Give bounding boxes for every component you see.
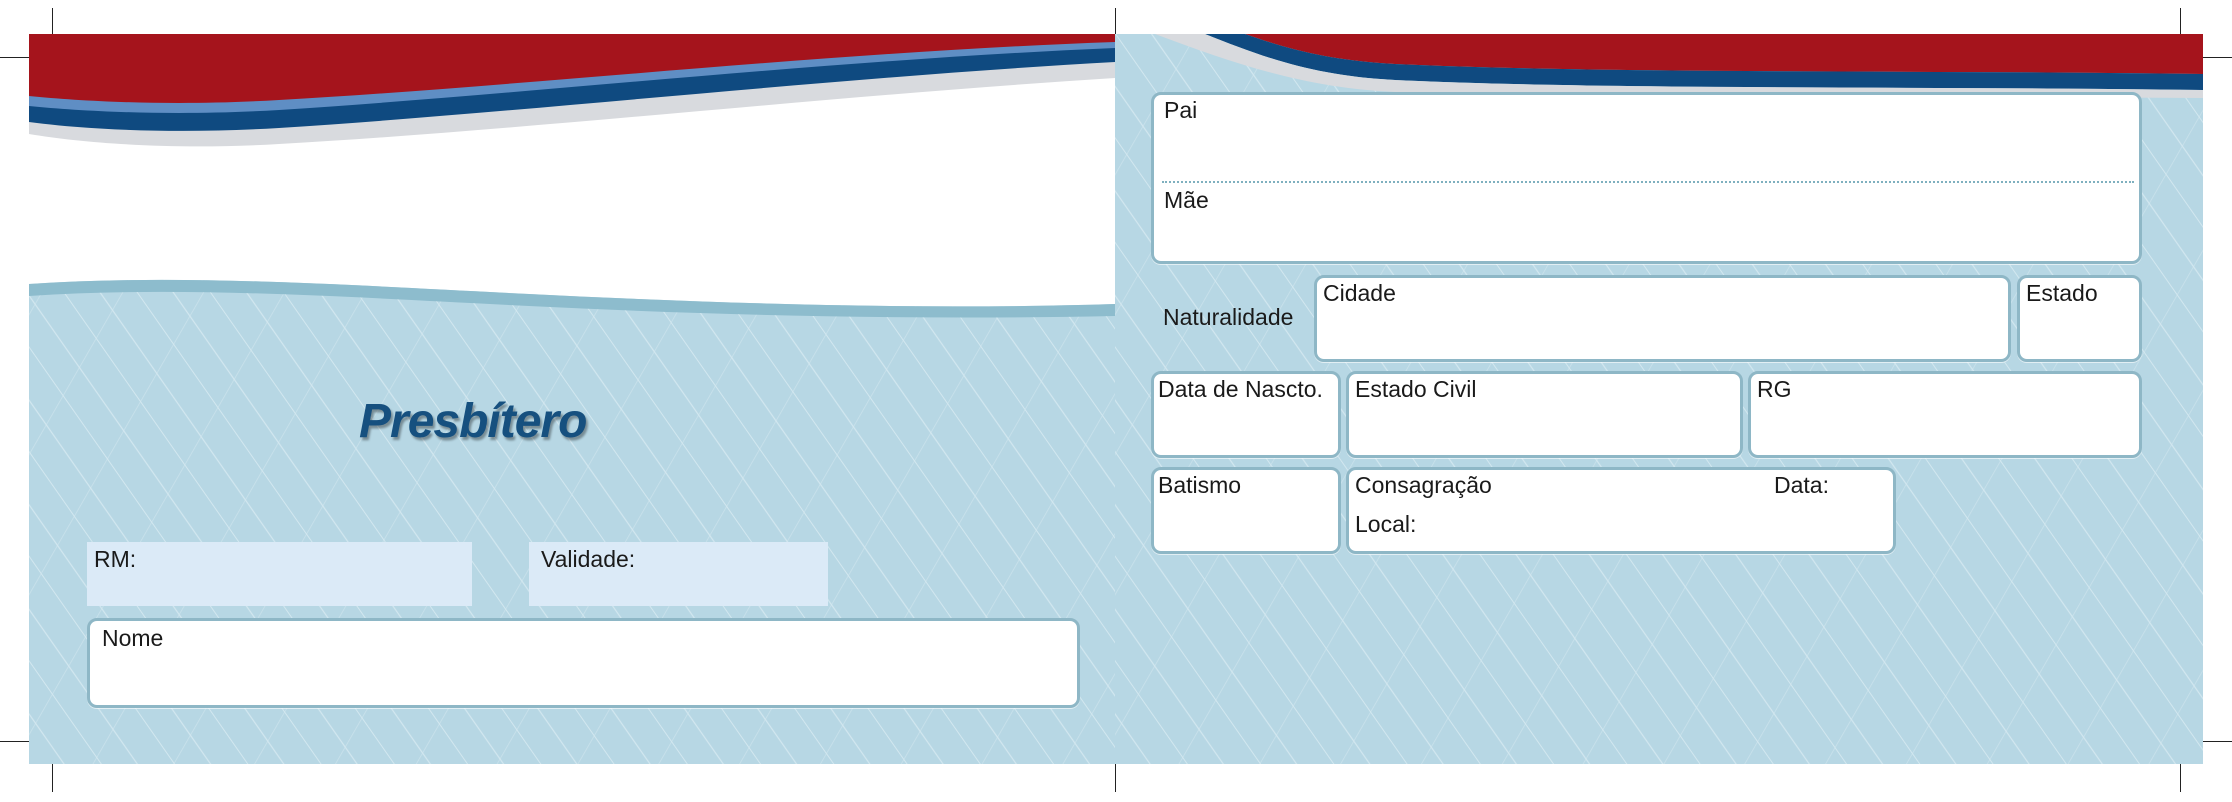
pai-label: Pai — [1164, 97, 1198, 123]
crop-mark — [52, 8, 53, 34]
crop-mark — [2180, 8, 2181, 34]
local-label: Local: — [1355, 511, 1417, 537]
consagracao-field[interactable]: Consagração Data: Local: — [1346, 467, 1896, 554]
card-title: Presbítero — [359, 395, 587, 448]
cidade-label: Cidade — [1323, 280, 1396, 306]
rm-field[interactable]: RM: — [87, 542, 472, 606]
card-front: Presbítero RM: Validade: Nome — [29, 34, 1115, 764]
validade-field[interactable]: Validade: — [529, 542, 828, 606]
data-nascto-label: Data de Nascto. — [1158, 376, 1323, 402]
naturalidade-label: Naturalidade — [1163, 304, 1294, 330]
mae-label: Mãe — [1164, 187, 1209, 213]
nome-label: Nome — [102, 625, 164, 651]
validade-label: Validade: — [541, 546, 636, 572]
batismo-label: Batismo — [1158, 472, 1242, 498]
card-back: Pai Mãe Naturalidade Cidade Estado Data … — [1115, 34, 2203, 764]
nome-field[interactable]: Nome — [87, 618, 1080, 708]
data-nascto-field[interactable]: Data de Nascto. — [1151, 371, 1341, 458]
rg-label: RG — [1757, 376, 1792, 402]
batismo-field[interactable]: Batismo — [1151, 467, 1341, 554]
estado-civil-label: Estado Civil — [1355, 376, 1477, 402]
crop-mark — [52, 764, 53, 792]
crop-mark — [1115, 764, 1116, 792]
divider — [1162, 181, 2134, 183]
crop-mark — [2180, 764, 2181, 792]
estado-civil-field[interactable]: Estado Civil — [1346, 371, 1743, 458]
rg-field[interactable]: RG — [1748, 371, 2142, 458]
pai-mae-field[interactable]: Pai Mãe — [1151, 92, 2142, 264]
crop-mark — [1115, 8, 1116, 34]
rm-label: RM: — [94, 546, 137, 572]
cidade-field[interactable]: Cidade — [1314, 275, 2011, 362]
estado-label: Estado — [2026, 280, 2098, 306]
estado-field[interactable]: Estado — [2017, 275, 2142, 362]
data-label: Data: — [1774, 472, 1829, 498]
consagracao-label: Consagração — [1355, 472, 1492, 498]
